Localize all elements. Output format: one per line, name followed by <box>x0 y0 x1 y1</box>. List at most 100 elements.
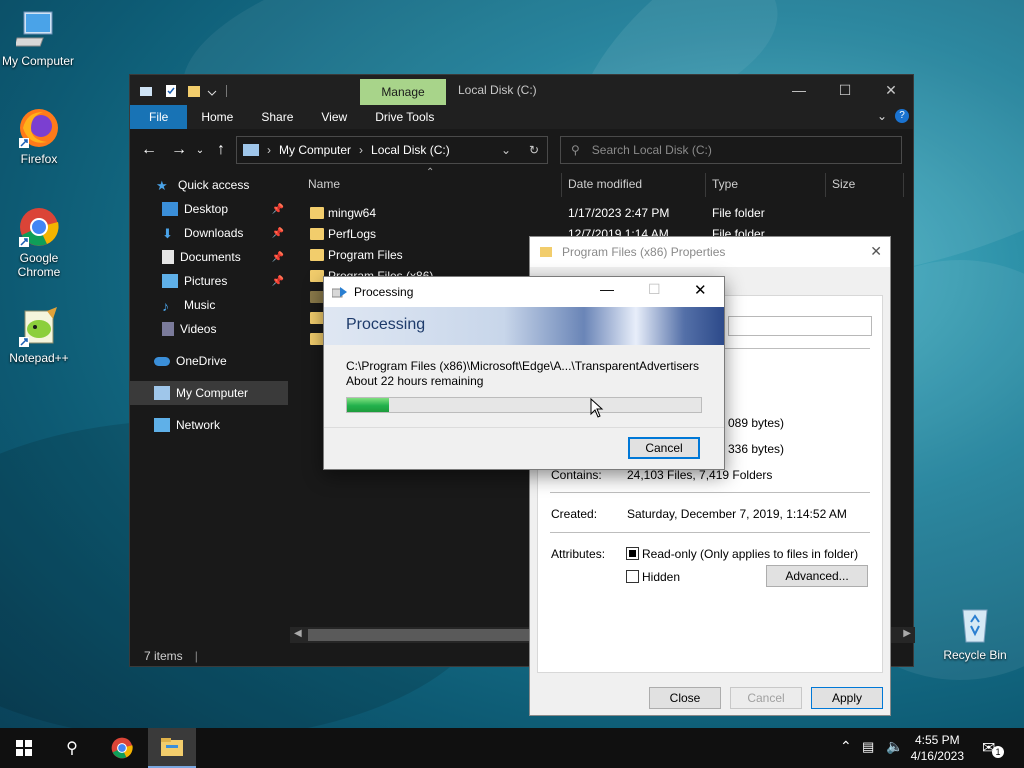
windows-icon <box>16 740 32 756</box>
close-button[interactable]: ✕ <box>868 75 914 105</box>
created-label: Created: <box>551 507 598 521</box>
cancel-button[interactable]: Cancel <box>730 687 802 709</box>
processing-titlebar: Processing — ☐ ✕ <box>324 277 724 307</box>
sidebar-item-label: Videos <box>180 322 217 336</box>
volume-icon[interactable]: 🔈 <box>886 738 903 755</box>
divider <box>324 427 724 428</box>
sidebar-item-label: My Computer <box>176 386 249 400</box>
close-button[interactable]: ✕ <box>694 281 707 299</box>
pin-icon: 📌 <box>271 251 284 263</box>
readonly-checkbox[interactable] <box>626 547 639 560</box>
action-center-button[interactable]: ✉ 1 <box>982 738 1004 758</box>
address-bar[interactable]: › My Computer › Local Disk (C:) ⌄ ↻ <box>236 136 548 164</box>
folder-icon <box>310 228 324 240</box>
show-hidden-icons-icon[interactable]: ⌃ <box>840 738 852 755</box>
back-button[interactable]: ← <box>136 141 162 159</box>
network-icon[interactable]: ▤ <box>862 739 874 755</box>
ribbon-expand-icon[interactable]: ⌄ <box>877 109 887 123</box>
refresh-icon[interactable]: ↻ <box>529 143 539 157</box>
firefox-icon <box>17 106 61 150</box>
taskbar-chrome[interactable] <box>98 728 146 768</box>
tab-home[interactable]: Home <box>187 105 247 129</box>
scrollbar-thumb[interactable] <box>308 629 530 641</box>
cancel-button[interactable]: Cancel <box>628 437 700 459</box>
sidebar-item-music[interactable]: ♪ Music <box>130 293 288 317</box>
folder-icon <box>540 247 552 257</box>
processing-dialog: Processing — ☐ ✕ Processing C:\Program F… <box>323 276 725 470</box>
processing-title: Processing <box>354 285 414 299</box>
advanced-button[interactable]: Advanced... <box>766 565 868 587</box>
forward-button[interactable]: → <box>166 141 192 159</box>
tab-view[interactable]: View <box>307 105 361 129</box>
sidebar-item-label: OneDrive <box>176 354 227 368</box>
apply-button[interactable]: Apply <box>811 687 883 709</box>
list-item[interactable]: mingw64 1/17/2023 2:47 PM File folder <box>290 203 913 224</box>
minimize-button[interactable]: — <box>776 75 822 105</box>
file-explorer-icon <box>161 738 183 756</box>
folder-icon <box>310 312 324 324</box>
sidebar-item-desktop[interactable]: Desktop 📌 <box>130 197 288 221</box>
sidebar-item-network[interactable]: Network <box>130 413 288 437</box>
hidden-label: Hidden <box>642 570 681 584</box>
tab-file[interactable]: File <box>130 105 188 129</box>
up-button[interactable]: ↑ <box>208 141 234 159</box>
tab-share[interactable]: Share <box>247 105 307 129</box>
minimize-button[interactable]: — <box>600 281 614 297</box>
properties-titlebar: Program Files (x86) Properties ✕ <box>530 237 890 267</box>
column-size[interactable]: Size <box>826 173 904 197</box>
close-button[interactable]: ✕ <box>870 243 882 260</box>
start-button[interactable] <box>0 728 48 768</box>
music-icon: ♪ <box>162 298 169 314</box>
window-title: Local Disk (C:) <box>458 83 537 97</box>
system-clock[interactable]: 4:55 PM 4/16/2023 <box>911 732 964 764</box>
desktop-folder-icon <box>162 202 178 216</box>
desktop-icon-recycle-bin[interactable]: Recycle Bin <box>937 602 1013 662</box>
status-divider: | <box>194 649 198 663</box>
desktop-icon-chrome[interactable]: Google Chrome <box>1 205 77 279</box>
time-remaining: About 22 hours remaining <box>346 374 484 388</box>
folder-name-field[interactable] <box>728 316 872 336</box>
sidebar-item-label: Music <box>184 298 216 312</box>
processing-banner: Processing <box>324 307 724 345</box>
maximize-button[interactable]: ☐ <box>822 75 868 105</box>
sidebar-item-onedrive[interactable]: OneDrive <box>130 349 288 373</box>
close-dialog-button[interactable]: Close <box>649 687 721 709</box>
desktop-icon-label: My Computer <box>1 54 75 68</box>
sidebar-item-pictures[interactable]: Pictures 📌 <box>130 269 288 293</box>
sidebar-item-videos[interactable]: Videos <box>130 317 288 341</box>
desktop-icon-label: Notepad++ <box>9 351 69 365</box>
sidebar-item-documents[interactable]: Documents 📌 <box>130 245 288 269</box>
scroll-right-icon[interactable]: ▶ <box>903 628 911 639</box>
help-icon[interactable]: ? <box>895 109 909 123</box>
breadcrumb-my-computer[interactable]: My Computer <box>279 143 351 157</box>
readonly-label: Read-only (Only applies to files in fold… <box>642 547 859 561</box>
file-name: mingw64 <box>328 206 377 220</box>
breadcrumb-local-disk[interactable]: Local Disk (C:) <box>371 143 450 157</box>
desktop-icon-firefox[interactable]: Firefox <box>1 106 77 166</box>
sidebar-item-downloads[interactable]: ⬇ Downloads 📌 <box>130 221 288 245</box>
notification-badge: 1 <box>992 746 1004 758</box>
scroll-left-icon[interactable]: ◀ <box>294 628 302 639</box>
pin-icon: 📌 <box>271 275 284 287</box>
taskbar-file-explorer[interactable] <box>148 728 196 768</box>
search-button[interactable]: ⚲ <box>48 728 96 768</box>
search-icon: ⚲ <box>66 740 78 757</box>
column-date-modified[interactable]: Date modified <box>562 173 706 197</box>
tab-drive-tools[interactable]: Drive Tools <box>361 105 448 129</box>
sidebar-item-label: Pictures <box>184 274 228 288</box>
address-dropdown-icon[interactable]: ⌄ <box>501 143 511 157</box>
folder-icon <box>310 270 324 282</box>
sort-ascending-icon: ⌃ <box>426 167 435 178</box>
notepadpp-icon <box>17 305 61 349</box>
sidebar-item-quick-access[interactable]: ★ Quick access <box>130 173 288 197</box>
network-icon <box>154 418 170 432</box>
column-type[interactable]: Type <box>706 173 826 197</box>
search-input[interactable]: ⚲ Search Local Disk (C:) <box>560 136 902 164</box>
hidden-checkbox[interactable] <box>626 570 639 583</box>
sidebar-item-my-computer[interactable]: My Computer <box>130 381 288 405</box>
desktop-icon-my-computer[interactable]: My Computer <box>0 8 76 68</box>
desktop-icon-notepadpp[interactable]: Notepad++ <box>1 305 77 365</box>
recent-locations-button[interactable]: ⌄ <box>192 145 208 156</box>
sidebar-item-label: Network <box>176 418 221 432</box>
tab-manage[interactable]: Manage <box>360 79 446 105</box>
